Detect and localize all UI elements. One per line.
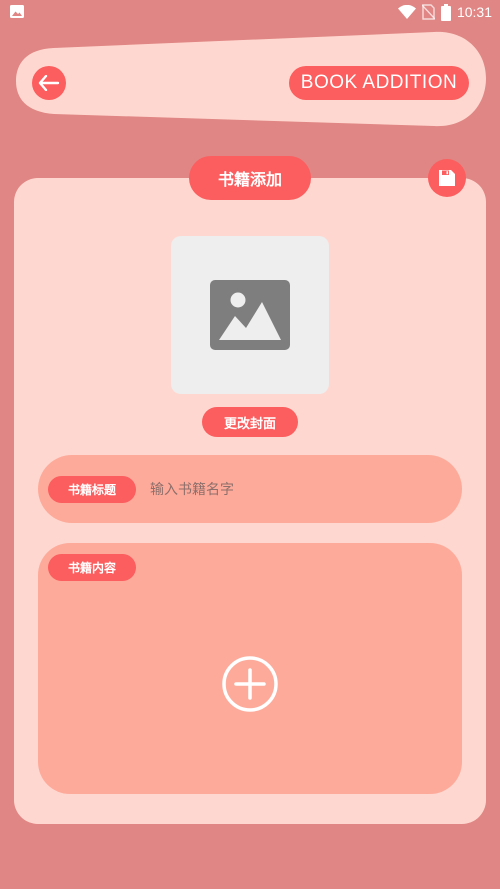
book-title-label: 书籍标题 [48, 476, 136, 503]
card-title: 书籍添加 [189, 156, 311, 200]
book-content-label: 书籍内容 [48, 554, 136, 581]
back-button[interactable] [32, 66, 66, 100]
no-sim-icon [421, 4, 435, 20]
status-time: 10:31 [456, 4, 492, 20]
image-notification-icon [10, 5, 24, 18]
change-cover-button[interactable]: 更改封面 [202, 407, 298, 437]
page-title: BOOK ADDITION [289, 66, 469, 100]
image-placeholder-icon [210, 280, 290, 350]
save-button[interactable] [428, 159, 466, 197]
status-bar: 10:31 [0, 0, 500, 24]
arrow-left-icon [38, 75, 60, 91]
book-title-input[interactable] [148, 476, 452, 503]
book-cover-image[interactable] [171, 236, 329, 394]
save-icon [439, 170, 455, 186]
status-icons: 10:31 [397, 3, 492, 21]
battery-icon [440, 3, 451, 21]
wifi-icon [397, 5, 416, 19]
add-content-button[interactable] [221, 655, 279, 713]
add-circle-icon [222, 656, 278, 712]
